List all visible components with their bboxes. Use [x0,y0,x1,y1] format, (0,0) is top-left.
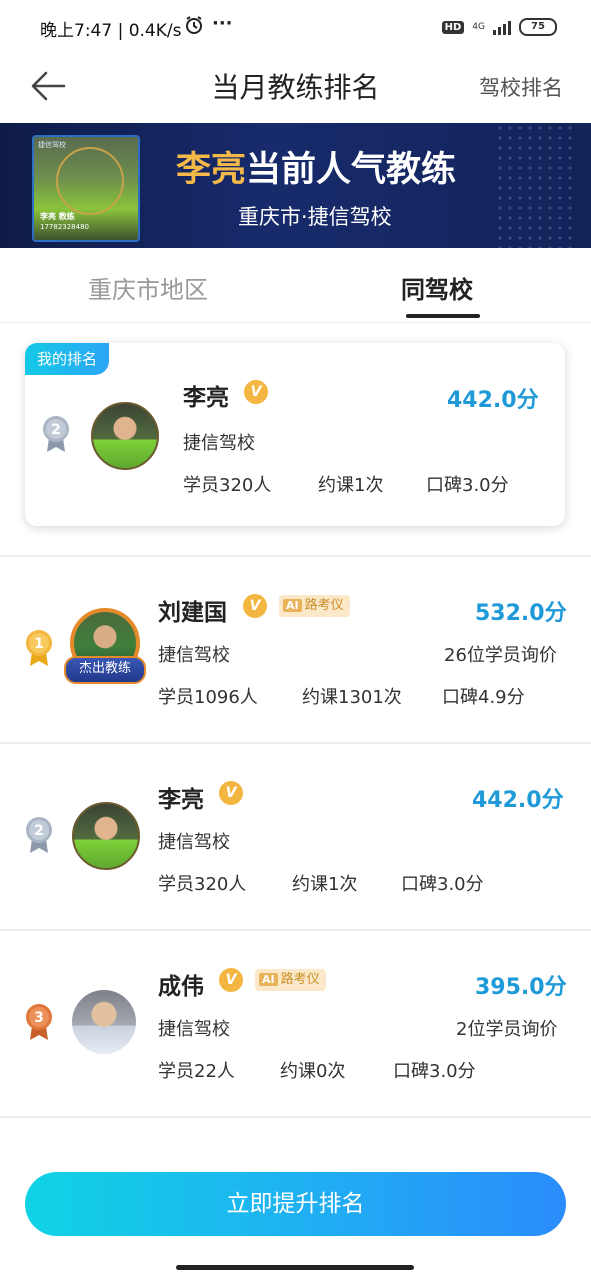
coach-school: 捷信驾校 [158,832,230,853]
students-count: 学员320人 [158,874,247,895]
outstanding-coach-frame[interactable]: 杰出教练 [62,604,146,686]
lessons-count: 约课0次 [280,1061,346,1082]
coach-name: 李亮 [183,385,229,411]
coach-name: 李亮 [158,787,204,813]
banner-highlight-name: 李亮 [176,150,247,190]
divider [0,1116,591,1118]
alarm-icon [184,15,204,35]
avatar[interactable] [91,402,159,470]
bronze-medal-icon: 3 [24,1002,54,1042]
rating: 口碑3.0分 [393,1061,476,1082]
tab-same-school[interactable]: 同驾校 [401,270,473,305]
inquiry-count: 26位学员询价 [444,645,557,666]
verified-badge-icon: V [243,594,267,618]
status-right: HD 4G 75 [441,18,557,36]
tab-region[interactable]: 重庆市地区 [88,270,208,305]
rank-number: 2 [34,823,44,839]
road-test-badge: AI 路考仪 [279,595,350,617]
my-rank-number: 2 [51,422,61,438]
coach-score: 532.0分 [475,601,567,626]
students-count: 学员1096人 [158,687,258,708]
road-test-badge: AI 路考仪 [255,969,326,991]
rating: 口碑3.0分 [426,475,509,496]
school-ranking-link[interactable]: 驾校排名 [479,72,563,102]
coach-school: 捷信驾校 [158,645,230,666]
rating: 口碑3.0分 [401,874,484,895]
rank-number: 3 [34,1010,44,1026]
photo-ring [56,147,124,215]
my-rank-badge: 我的排名 [25,343,109,375]
status-bar: 晚上7:47 | 0.4K/s ··· HD 4G 75 [0,0,591,56]
avatar[interactable] [72,990,136,1054]
tab-bar: 重庆市地区 同驾校 [0,248,591,323]
frame-label: 杰出教练 [64,656,146,684]
coach-photo: 捷信驾校 李亮 教练 17782328480 [32,135,140,242]
students-count: 学员320人 [183,475,272,496]
rank-number: 1 [34,636,44,652]
banner-headline: 李亮当前人气教练 [176,141,456,192]
ai-icon: AI [283,599,302,612]
boost-ranking-button[interactable]: 立即提升排名 [25,1172,566,1236]
students-count: 学员22人 [158,1061,235,1082]
nav-bar: 当月教练排名 驾校排名 [0,56,591,122]
silver-medal-icon: 2 [41,414,71,454]
photo-tag: 捷信驾校 [38,141,66,149]
verified-badge-icon: V [219,781,243,805]
battery-icon: 75 [519,18,557,36]
ai-icon: AI [259,973,278,986]
photo-name: 李亮 教练 [40,212,75,221]
lessons-count: 约课1次 [318,475,384,496]
banner-headline-rest: 当前人气教练 [246,150,457,190]
network-label: 4G [472,21,485,32]
banner-subtitle: 重庆市·捷信驾校 [238,205,392,229]
gold-medal-icon: 1 [24,628,54,668]
status-time: 晚上7:47 | 0.4K/s [40,21,182,41]
photo-phone: 17782328480 [40,223,89,231]
rating: 口碑4.9分 [442,687,525,708]
popular-coach-banner[interactable]: 捷信驾校 李亮 教练 17782328480 李亮当前人气教练 重庆市·捷信驾校 [0,123,591,248]
home-indicator[interactable] [176,1265,414,1270]
coach-score: 442.0分 [472,788,564,813]
verified-badge-icon: V [244,380,268,404]
verified-badge-icon: V [219,968,243,992]
avatar[interactable] [72,802,140,870]
coach-school: 捷信驾校 [183,433,255,454]
coach-name: 刘建国 [158,600,227,626]
lessons-count: 约课1301次 [302,687,402,708]
hd-icon: HD [441,20,465,34]
coach-name: 成伟 [158,974,204,1000]
lessons-count: 约课1次 [292,874,358,895]
road-test-label: 路考仪 [280,972,320,987]
coach-score: 395.0分 [475,975,567,1000]
tab-active-indicator [406,314,480,318]
coach-school: 捷信驾校 [158,1019,230,1040]
road-test-label: 路考仪 [304,598,344,613]
more-dots-icon: ··· [212,13,233,34]
silver-medal-icon: 2 [24,815,54,855]
signal-icon [493,19,511,35]
banner-dot-pattern [495,123,575,248]
coach-score: 442.0分 [447,388,539,413]
inquiry-count: 2位学员询价 [456,1019,558,1040]
